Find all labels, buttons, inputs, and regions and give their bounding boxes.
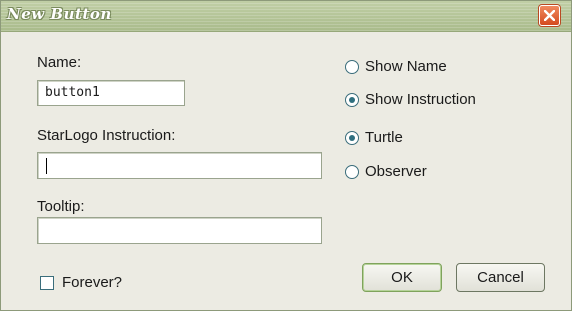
close-icon [544, 10, 555, 21]
tooltip-label: Tooltip: [37, 198, 85, 215]
show-instruction-label[interactable]: Show Instruction [365, 91, 476, 108]
turtle-radio[interactable] [345, 131, 359, 145]
forever-checkbox[interactable] [40, 276, 54, 290]
instruction-field[interactable] [37, 152, 322, 179]
ok-button[interactable]: OK [362, 263, 442, 292]
tooltip-field[interactable] [37, 217, 322, 244]
name-label: Name: [37, 54, 82, 71]
close-button[interactable] [539, 5, 560, 26]
observer-radio[interactable] [345, 165, 359, 179]
text-caret [46, 158, 47, 174]
observer-label[interactable]: Observer [365, 163, 427, 180]
new-button-dialog: New Button Name: button1 StarLogo Instru… [0, 0, 572, 311]
turtle-label[interactable]: Turtle [365, 129, 403, 146]
title-bar[interactable]: New Button [1, 1, 571, 32]
instruction-label: StarLogo Instruction: [37, 127, 176, 144]
cancel-button[interactable]: Cancel [456, 263, 545, 292]
forever-label[interactable]: Forever? [62, 274, 122, 291]
show-name-label[interactable]: Show Name [365, 58, 447, 75]
name-field[interactable]: button1 [37, 80, 185, 106]
show-instruction-radio[interactable] [345, 93, 359, 107]
show-name-radio[interactable] [345, 60, 359, 74]
window-title: New Button [7, 5, 112, 23]
